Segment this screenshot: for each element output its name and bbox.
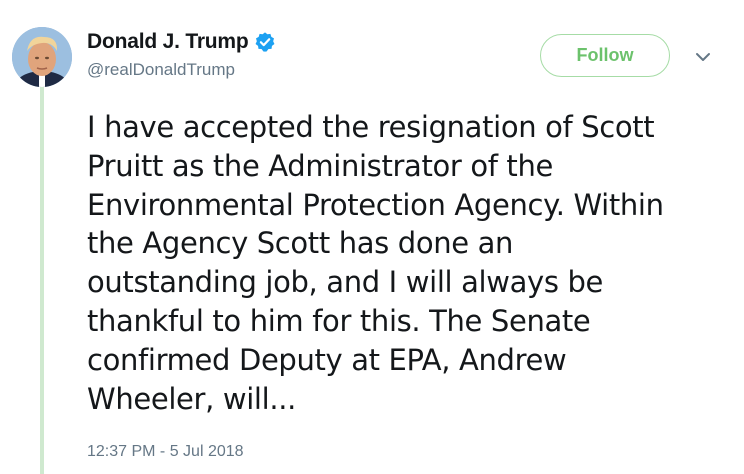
chevron-down-icon[interactable] bbox=[693, 50, 713, 64]
verified-badge-icon bbox=[255, 32, 274, 52]
avatar[interactable] bbox=[12, 27, 72, 87]
author-handle[interactable]: @realDonaldTrump bbox=[87, 60, 276, 80]
tweet-timestamp[interactable]: 12:37 PM - 5 Jul 2018 bbox=[87, 443, 244, 461]
author-name-row: Donald J. Trump bbox=[87, 28, 276, 56]
follow-button[interactable]: Follow bbox=[540, 34, 670, 77]
tweet-author[interactable]: Donald J. Trump @realDonaldTrump bbox=[87, 28, 276, 80]
author-display-name[interactable]: Donald J. Trump bbox=[87, 30, 249, 54]
tweet-text: I have accepted the resignation of Scott… bbox=[87, 110, 664, 416]
profile-photo-icon bbox=[12, 27, 72, 87]
thread-line bbox=[40, 84, 44, 474]
